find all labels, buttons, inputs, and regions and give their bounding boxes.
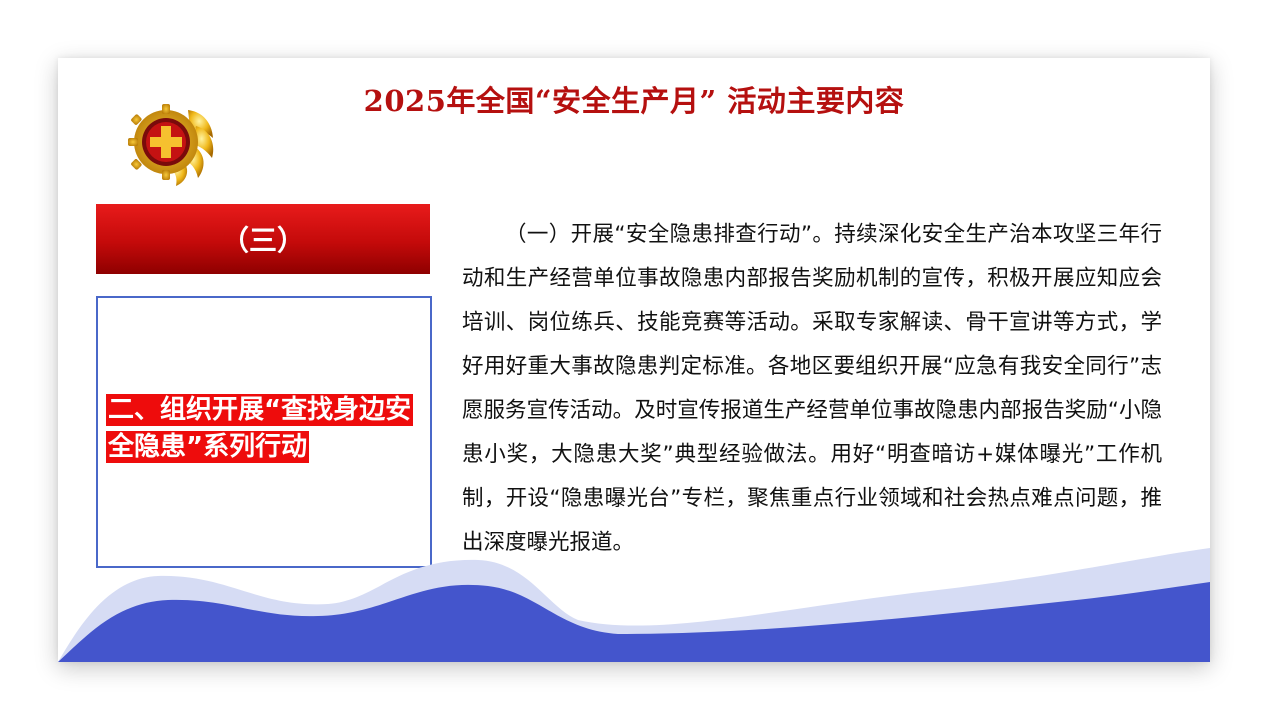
topic-heading-text: 二、组织开展“查找身边安全隐患”系列行动: [106, 394, 414, 463]
topic-heading: 二、组织开展“查找身边安全隐患”系列行动: [106, 392, 424, 466]
safety-emblem-icon: [126, 98, 220, 188]
topic-box: 二、组织开展“查找身边安全隐患”系列行动: [96, 296, 432, 568]
body-paragraph: （一）开展“安全隐患排查行动”。持续深化安全生产治本攻坚三年行动和生产经营单位事…: [462, 222, 1162, 555]
slide-title: 2025年全国“安全生产月” 活动主要内容: [363, 84, 905, 118]
section-number-banner: （三）: [96, 204, 430, 274]
slide: 2025年全国“安全生产月” 活动主要内容 （三） 二、组织开展“查找身边安全隐…: [58, 58, 1210, 662]
wave-decoration: [58, 548, 1210, 662]
